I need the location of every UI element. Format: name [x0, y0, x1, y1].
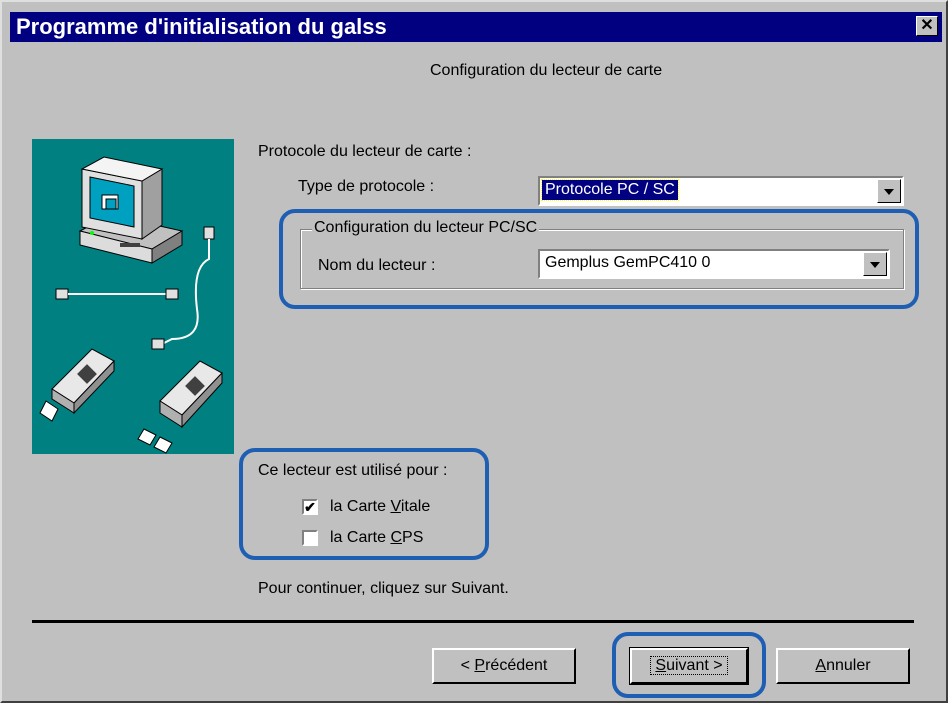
continue-instruction: Pour continuer, cliquez sur Suivant.: [258, 580, 509, 597]
page-heading: Configuration du lecteur de carte: [430, 62, 663, 79]
window-title: Programme d'initialisation du galss: [16, 14, 387, 39]
previous-button[interactable]: < Précédent: [432, 648, 576, 684]
protocol-type-value: Protocole PC / SC: [541, 179, 679, 201]
chevron-down-icon[interactable]: [877, 179, 901, 203]
protocol-type-label: Type de protocole :: [298, 178, 435, 195]
card-reader-icon: [39, 348, 115, 422]
close-button[interactable]: ✕: [916, 16, 938, 36]
separator: [32, 620, 914, 623]
computer-icon: [78, 156, 184, 264]
pcsc-highlight: [279, 209, 919, 309]
hardware-illustration: [39, 156, 223, 454]
card-reader-icon: [137, 360, 223, 454]
cancel-button[interactable]: Annuler: [776, 648, 910, 684]
protocol-type-select[interactable]: Protocole PC / SC: [538, 176, 904, 206]
protocol-section-label: Protocole du lecteur de carte :: [258, 143, 472, 160]
title-bar[interactable]: Programme d'initialisation du galss ✕: [10, 12, 942, 42]
close-icon[interactable]: ✕: [920, 17, 933, 34]
next-highlight: [612, 632, 766, 698]
illustration-panel: [32, 139, 234, 454]
usage-highlight: [239, 448, 489, 560]
